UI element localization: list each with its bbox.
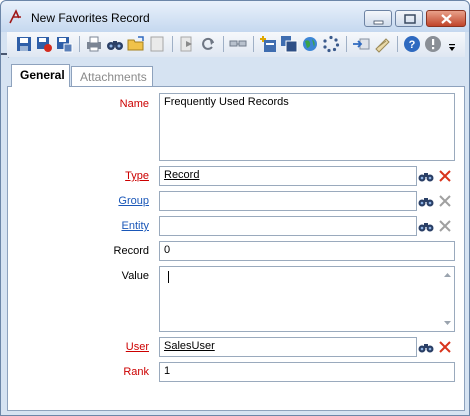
tab-attachments[interactable]: Attachments [71,66,153,86]
print-button[interactable] [85,35,103,53]
toolbar-overflow-icon [449,44,455,51]
new-record-button[interactable] [259,35,277,53]
rank-label: Rank [123,366,149,378]
type-value[interactable]: Record [164,169,199,181]
info-icon [425,36,441,52]
toolbar: ? [7,32,465,57]
tab-general[interactable]: General [11,64,70,87]
app-logo-icon [9,9,21,24]
record-value: 0 [164,244,171,256]
save-button[interactable] [15,35,33,53]
help-icon: ? [404,36,420,52]
user-lookup-button[interactable] [417,338,435,356]
window: New Favorites Record ? General Attachmen… [0,0,470,416]
save-and-new-button[interactable] [55,35,73,53]
info-button[interactable] [424,35,442,53]
user-label[interactable]: User [126,341,149,353]
lookup-binoculars-icon [418,173,434,182]
clear-x-disabled-icon [439,195,451,207]
spinner-icon [323,35,340,53]
type-lookup-button[interactable] [417,167,435,185]
import-icon [353,38,370,50]
attach-icon [375,38,390,53]
value-label: Value [121,270,149,282]
minimize-icon [373,20,384,25]
find-button[interactable] [106,35,124,53]
user-value[interactable]: SalesUser [164,340,215,352]
record-label: Record [113,245,149,257]
group-field[interactable] [159,191,417,211]
close-icon [441,14,452,24]
entity-field[interactable] [159,216,417,236]
blank-page-icon [150,36,164,52]
text-cursor [168,271,169,283]
maximize-button[interactable] [395,10,423,27]
user-clear-button[interactable] [436,338,454,356]
value-field[interactable] [159,266,455,332]
toolbar-separator [79,36,80,52]
help-button[interactable]: ? [403,35,421,53]
group-clear-button[interactable] [436,192,454,210]
clear-x-icon [439,341,451,353]
type-clear-button[interactable] [436,167,454,185]
workflow-button[interactable] [322,35,340,53]
link-button[interactable] [229,35,247,53]
link-icon [229,40,247,47]
scroll-up-icon[interactable] [443,271,452,279]
title-bar[interactable]: New Favorites Record [1,1,469,32]
rank-value: 1 [164,365,171,377]
name-field[interactable]: Frequently Used Records [159,93,455,161]
globe-icon [303,37,317,51]
lookup-binoculars-icon [418,198,434,207]
lookup-binoculars-icon [418,223,434,232]
minimize-button[interactable] [364,10,392,27]
type-field[interactable]: Record [159,166,417,186]
clear-x-icon [439,170,451,182]
user-field[interactable]: SalesUser [159,337,417,357]
print-icon [87,36,101,52]
window-title: New Favorites Record [31,11,150,25]
import-button[interactable] [352,35,370,53]
copy-record-button[interactable] [280,35,298,53]
open-button[interactable] [127,35,145,53]
toolbar-overflow-button[interactable] [446,35,458,53]
record-field[interactable]: 0 [159,241,455,261]
name-value: Frequently Used Records [164,96,289,108]
entity-label[interactable]: Entity [121,220,149,232]
open-folder-icon [127,36,144,51]
save-new-icon [57,37,73,53]
toolbar-separator [253,36,254,52]
blank-button[interactable] [148,35,166,53]
type-label[interactable]: Type [125,170,149,182]
close-window-button[interactable] [426,10,466,27]
find-icon [107,41,123,50]
general-panel: Name Frequently Used Records Type Record… [7,86,465,411]
refresh-icon [202,37,214,50]
maximize-icon [404,14,416,24]
forward-button[interactable] [178,35,196,53]
toolbar-separator [223,36,224,52]
scroll-down-icon[interactable] [443,319,452,327]
refresh-button[interactable] [199,35,217,53]
entity-clear-button[interactable] [436,217,454,235]
group-lookup-button[interactable] [417,192,435,210]
toolbar-separator [346,36,347,52]
new-record-icon [260,36,276,52]
svg-text:?: ? [409,39,416,51]
lookup-binoculars-icon [418,344,434,353]
toolbar-separator [397,36,398,52]
group-label[interactable]: Group [118,195,149,207]
name-label: Name [119,98,149,110]
copy-record-icon [281,36,298,53]
rank-field[interactable]: 1 [159,362,455,382]
clear-x-disabled-icon [439,220,451,232]
forward-icon [180,36,192,52]
save-and-delete-button[interactable] [35,35,53,53]
toolbar-separator [172,36,173,52]
entity-lookup-button[interactable] [417,217,435,235]
attach-button[interactable] [373,35,391,53]
save-icon [17,37,31,51]
save-delete-icon [37,37,52,52]
web-button[interactable] [301,35,319,53]
